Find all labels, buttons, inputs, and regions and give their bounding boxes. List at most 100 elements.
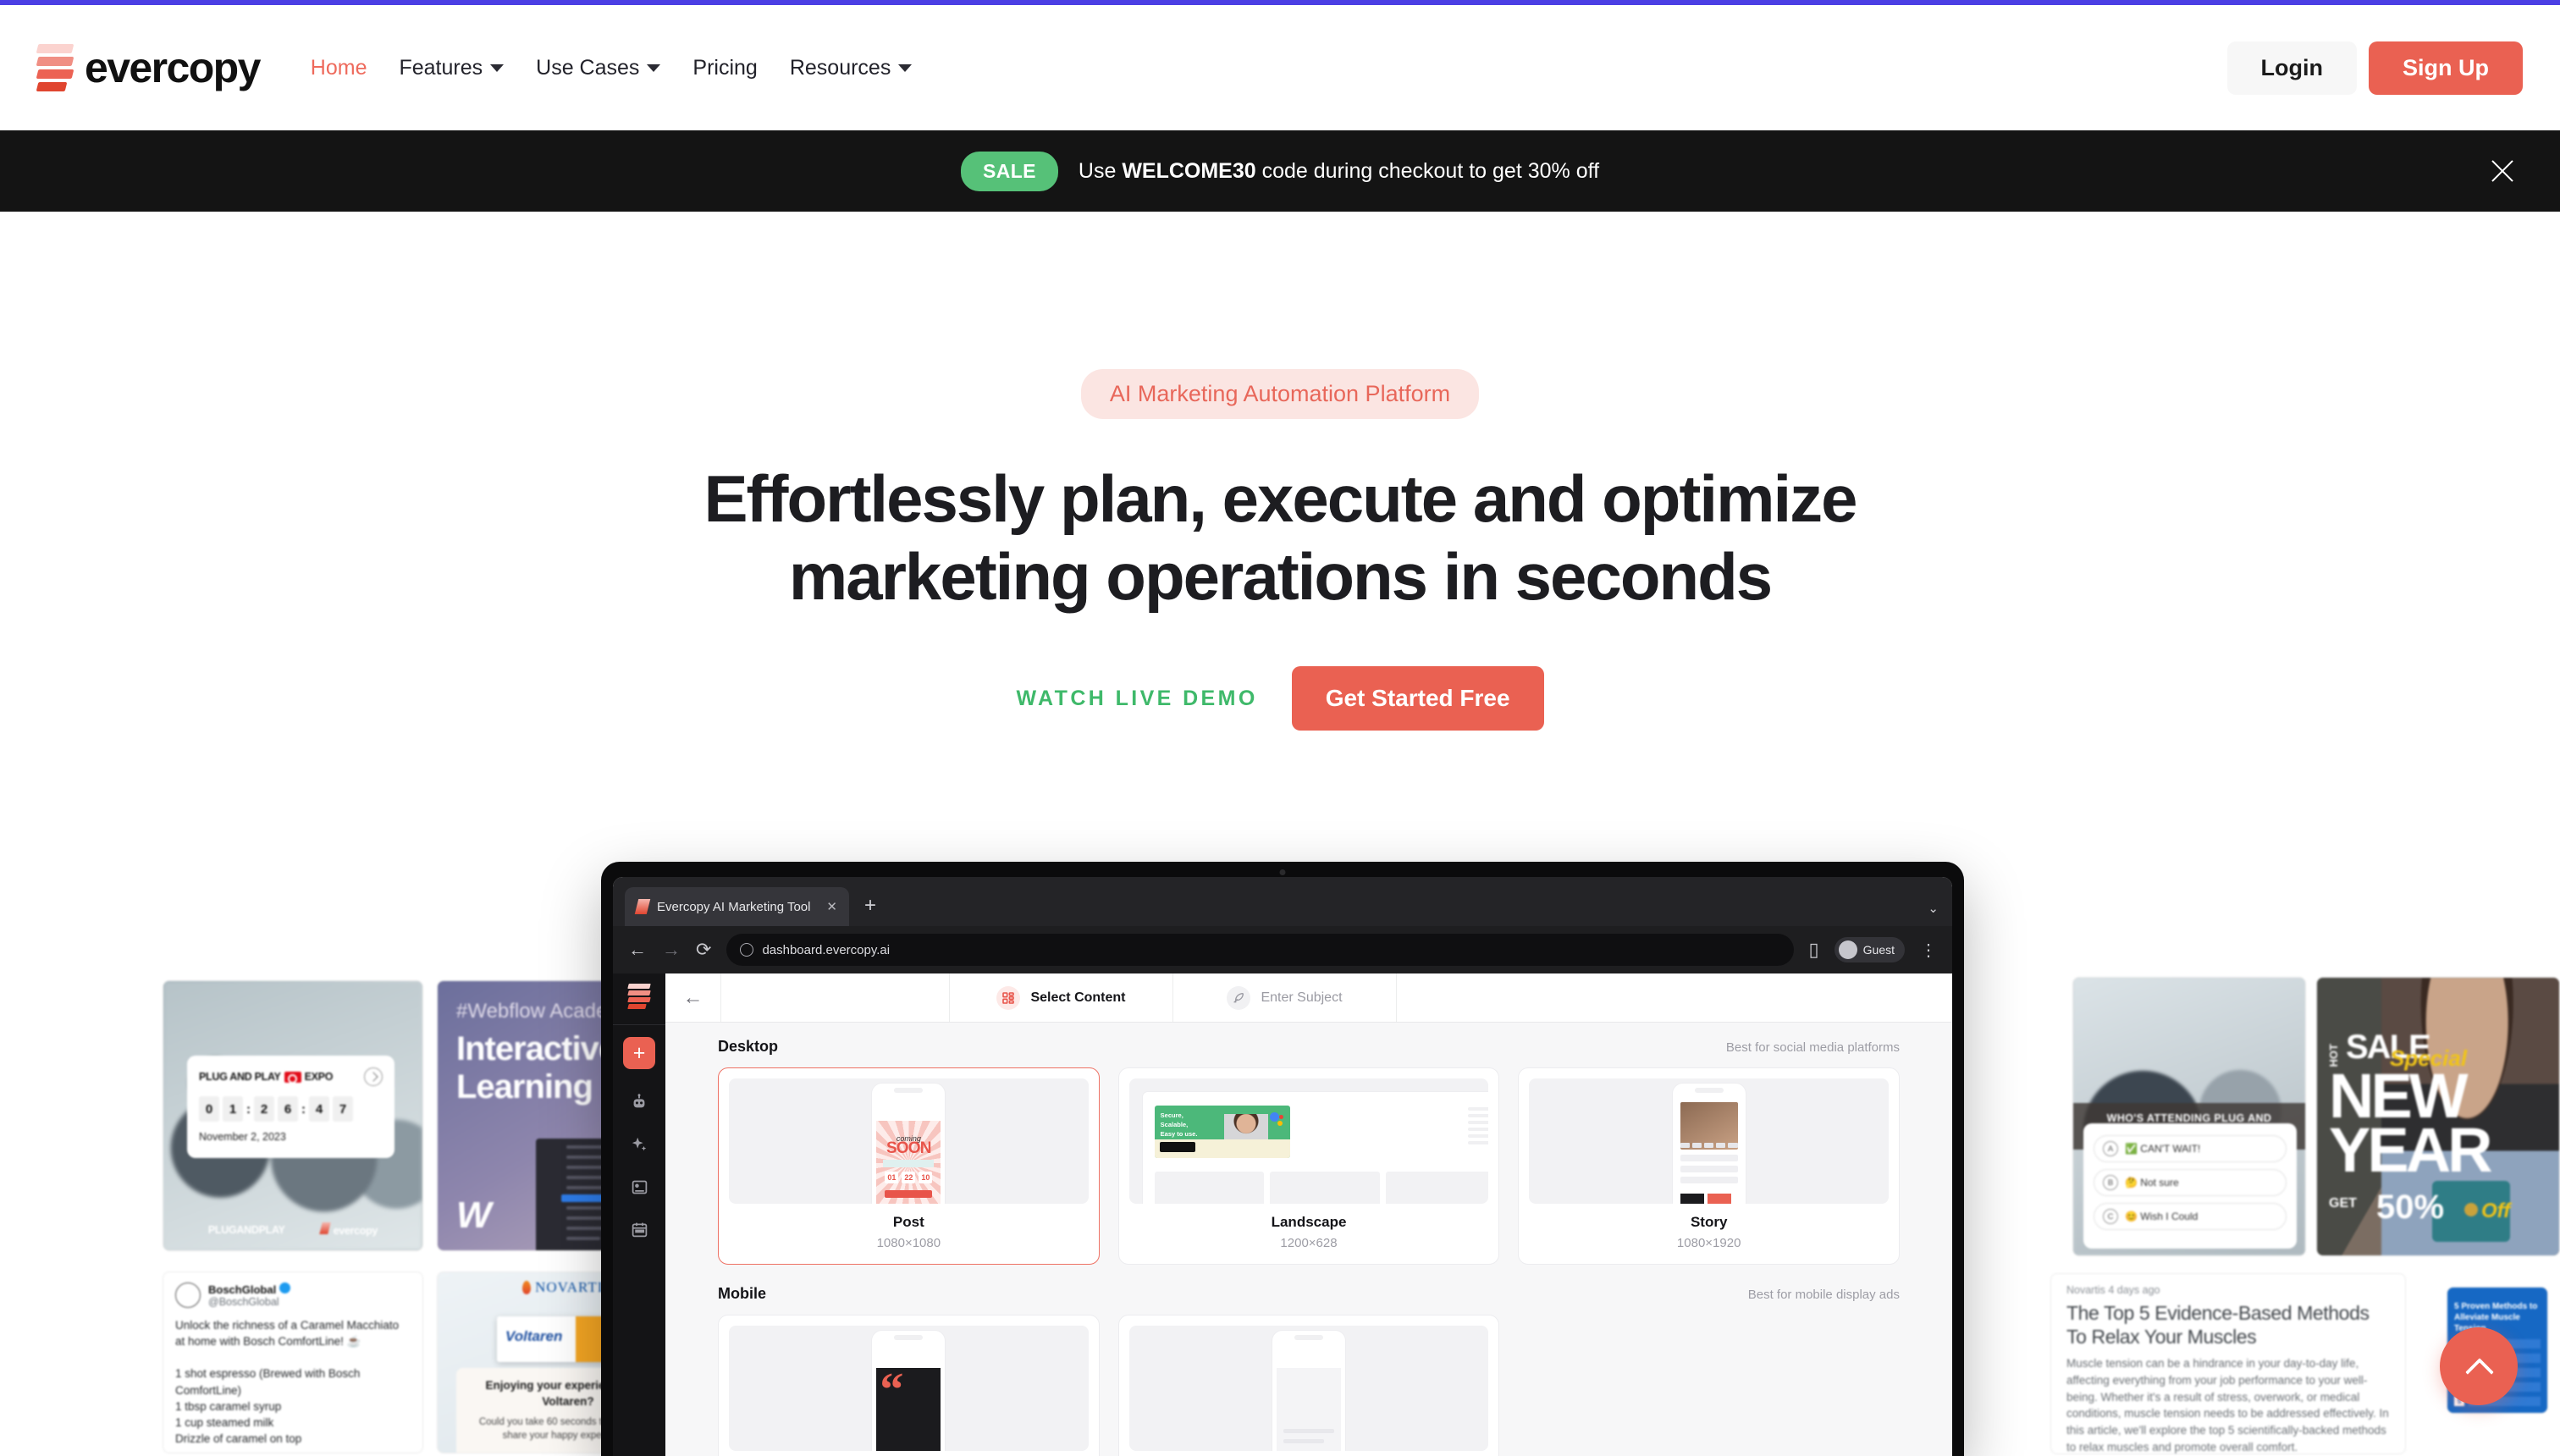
newyear-percent: 50% (2376, 1189, 2445, 1226)
novartis-flame-icon (522, 1281, 532, 1294)
signup-button[interactable]: Sign Up (2369, 41, 2523, 95)
phone-notch (1694, 1088, 1724, 1093)
profile-chip[interactable]: Guest (1834, 937, 1905, 962)
evercopy-logo-icon (627, 984, 651, 1011)
blank-creative (1277, 1368, 1341, 1451)
poster-subtitle-bar (883, 1160, 935, 1167)
browser-tab[interactable]: Evercopy AI Marketing Tool ✕ (625, 887, 849, 926)
headline-line-1: Effortlessly plan, execute and optimize (703, 461, 1857, 536)
expo-footer-logos: PLUGANDPLAY evercopy (163, 1222, 422, 1237)
get-started-free-button[interactable]: Get Started Free (1291, 666, 1544, 731)
format-card-row-desktop: coming SOON 01 22 10 Post 1080×1080 Secu… (718, 1067, 1901, 1265)
profile-label: Guest (1862, 943, 1895, 957)
laptop-device-mockup: Evercopy AI Marketing Tool ✕ + ⌄ ← → ⟳ d… (601, 862, 1964, 1456)
robot-icon[interactable] (625, 1088, 654, 1117)
site-sidebar-lines (1468, 1107, 1489, 1148)
poster-cta-bar (885, 1190, 933, 1198)
section-header-desktop: Desktop Best for social media platforms (718, 1038, 1900, 1056)
phone-mockup (1272, 1331, 1345, 1451)
poster-countdown-digit: 10 (919, 1172, 933, 1183)
nav-item-pricing[interactable]: Pricing (692, 56, 757, 80)
poster-soon-label: SOON (886, 1139, 932, 1157)
collage-card-bosch-tweet: BoschGlobal @BoschGlobal Unlock the rich… (163, 1271, 423, 1453)
tweet-author: BoschGlobal (208, 1282, 290, 1296)
login-button[interactable]: Login (2226, 41, 2357, 95)
avatar (175, 1282, 201, 1308)
chevron-down-icon[interactable]: ⌄ (1928, 901, 1939, 916)
add-icon[interactable]: + (623, 1037, 655, 1069)
format-name-landscape: Landscape (1271, 1214, 1347, 1230)
browser-menu-icon[interactable]: ⋮ (1920, 940, 1937, 961)
webflow-title: Interactive Learning (456, 1030, 617, 1106)
app-content: Desktop Best for social media platforms … (665, 1023, 1952, 1456)
ad-line-1: Secure, (1160, 1111, 1183, 1119)
newyear-off-label: Off (2481, 1200, 2511, 1222)
section-title-mobile: Mobile (718, 1285, 766, 1302)
chevron-down-icon (898, 63, 913, 72)
quote-creative: “ (876, 1368, 941, 1451)
format-card-mobile-1[interactable]: “ (718, 1315, 1100, 1456)
phone-notch (894, 1335, 924, 1340)
chevron-down-icon (490, 63, 505, 72)
article-meta: Novartis 4 days ago (2066, 1284, 2160, 1296)
promo-banner: SALE Use WELCOME30 code during checkout … (0, 130, 2560, 212)
landscape-ad-copy: Secure, Scalable, Easy to use. (1161, 1111, 1198, 1139)
quote-mark-icon: “ (880, 1368, 904, 1416)
poll-options: A ✅ CAN'T WAIT! B 🤔 Not sure C 😊 Wish I Cou… (2083, 1123, 2297, 1249)
voltaren-label: Voltaren (505, 1328, 563, 1344)
story-text-rows (1680, 1155, 1738, 1188)
format-thumb-mobile-2 (1128, 1326, 1489, 1451)
reload-icon[interactable]: ⟳ (696, 939, 711, 961)
evercopy-logo-icon (36, 44, 74, 91)
headline-line-2: marketing operations in seconds (788, 539, 1773, 615)
format-thumb-mobile-1: “ (729, 1326, 1089, 1451)
forward-icon[interactable]: → (662, 939, 681, 961)
format-card-post[interactable]: coming SOON 01 22 10 Post 1080×1080 (718, 1067, 1100, 1265)
chevron-right-icon (364, 1067, 383, 1086)
poll-option: B 🤔 Not sure (2094, 1169, 2287, 1196)
nav-item-home[interactable]: Home (311, 56, 367, 80)
back-icon[interactable]: ← (628, 939, 647, 961)
format-name-story: Story (1690, 1214, 1728, 1230)
sidepanel-icon[interactable]: ▯ (1809, 939, 1819, 961)
webflow-logo-icon: W (456, 1194, 492, 1236)
address-input[interactable]: dashboard.evercopy.ai (726, 934, 1794, 966)
hero-section: AI Marketing Automation Platform Effortl… (0, 212, 2560, 731)
new-tab-button[interactable]: + (864, 894, 876, 918)
nav-item-resources[interactable]: Resources (790, 56, 913, 80)
coming-soon-poster: coming SOON 01 22 10 (876, 1121, 941, 1204)
format-card-mobile-2[interactable] (1117, 1315, 1500, 1456)
scroll-to-top-button[interactable] (2440, 1327, 2518, 1405)
countdown-digit: 1 (223, 1096, 243, 1122)
nav-item-features[interactable]: Features (399, 56, 505, 80)
promo-text: Use WELCOME30 code during checkout to ge… (1079, 159, 1599, 184)
format-dimensions-landscape: 1200×628 (1280, 1236, 1338, 1250)
watch-live-demo-link[interactable]: WATCH LIVE DEMO (1016, 687, 1257, 711)
brand-logo[interactable]: evercopy (36, 43, 261, 92)
tweet-header: BoschGlobal @BoschGlobal (163, 1272, 422, 1308)
ad-footer (1154, 1139, 1290, 1158)
phone-mockup (1672, 1084, 1746, 1204)
sparkle-icon[interactable] (625, 1130, 654, 1159)
format-card-landscape[interactable]: Secure, Scalable, Easy to use. Landscape… (1117, 1067, 1500, 1265)
step-enter-subject[interactable]: Enter Subject (1173, 973, 1397, 1022)
step-select-content[interactable]: Select Content (950, 973, 1173, 1022)
image-card-icon[interactable] (625, 1172, 654, 1201)
browser-window: Evercopy AI Marketing Tool ✕ + ⌄ ← → ⟳ d… (613, 877, 1952, 1456)
calendar-icon[interactable] (625, 1215, 654, 1244)
promo-code: WELCOME30 (1122, 158, 1256, 183)
back-button[interactable]: ← (665, 973, 721, 1022)
poster-countdown-digit: 22 (902, 1172, 916, 1183)
close-icon[interactable]: ✕ (826, 899, 837, 914)
section-header-mobile: Mobile Best for mobile display ads (718, 1285, 1900, 1303)
nav-item-use-cases[interactable]: Use Cases (536, 56, 661, 80)
countdown-separator: : (246, 1101, 251, 1117)
step-label-select-content: Select Content (1030, 990, 1126, 1005)
header-actions: Login Sign Up (2226, 41, 2523, 95)
google-play-badge-icon (1159, 1142, 1195, 1152)
webflow-title-line-2: Learning (456, 1068, 593, 1106)
format-card-story[interactable]: Story 1080×1920 (1518, 1067, 1901, 1265)
toolbar-rest (1397, 973, 1952, 1022)
close-icon[interactable] (2486, 154, 2519, 188)
website-mockup: Secure, Scalable, Easy to use. (1142, 1092, 1489, 1204)
